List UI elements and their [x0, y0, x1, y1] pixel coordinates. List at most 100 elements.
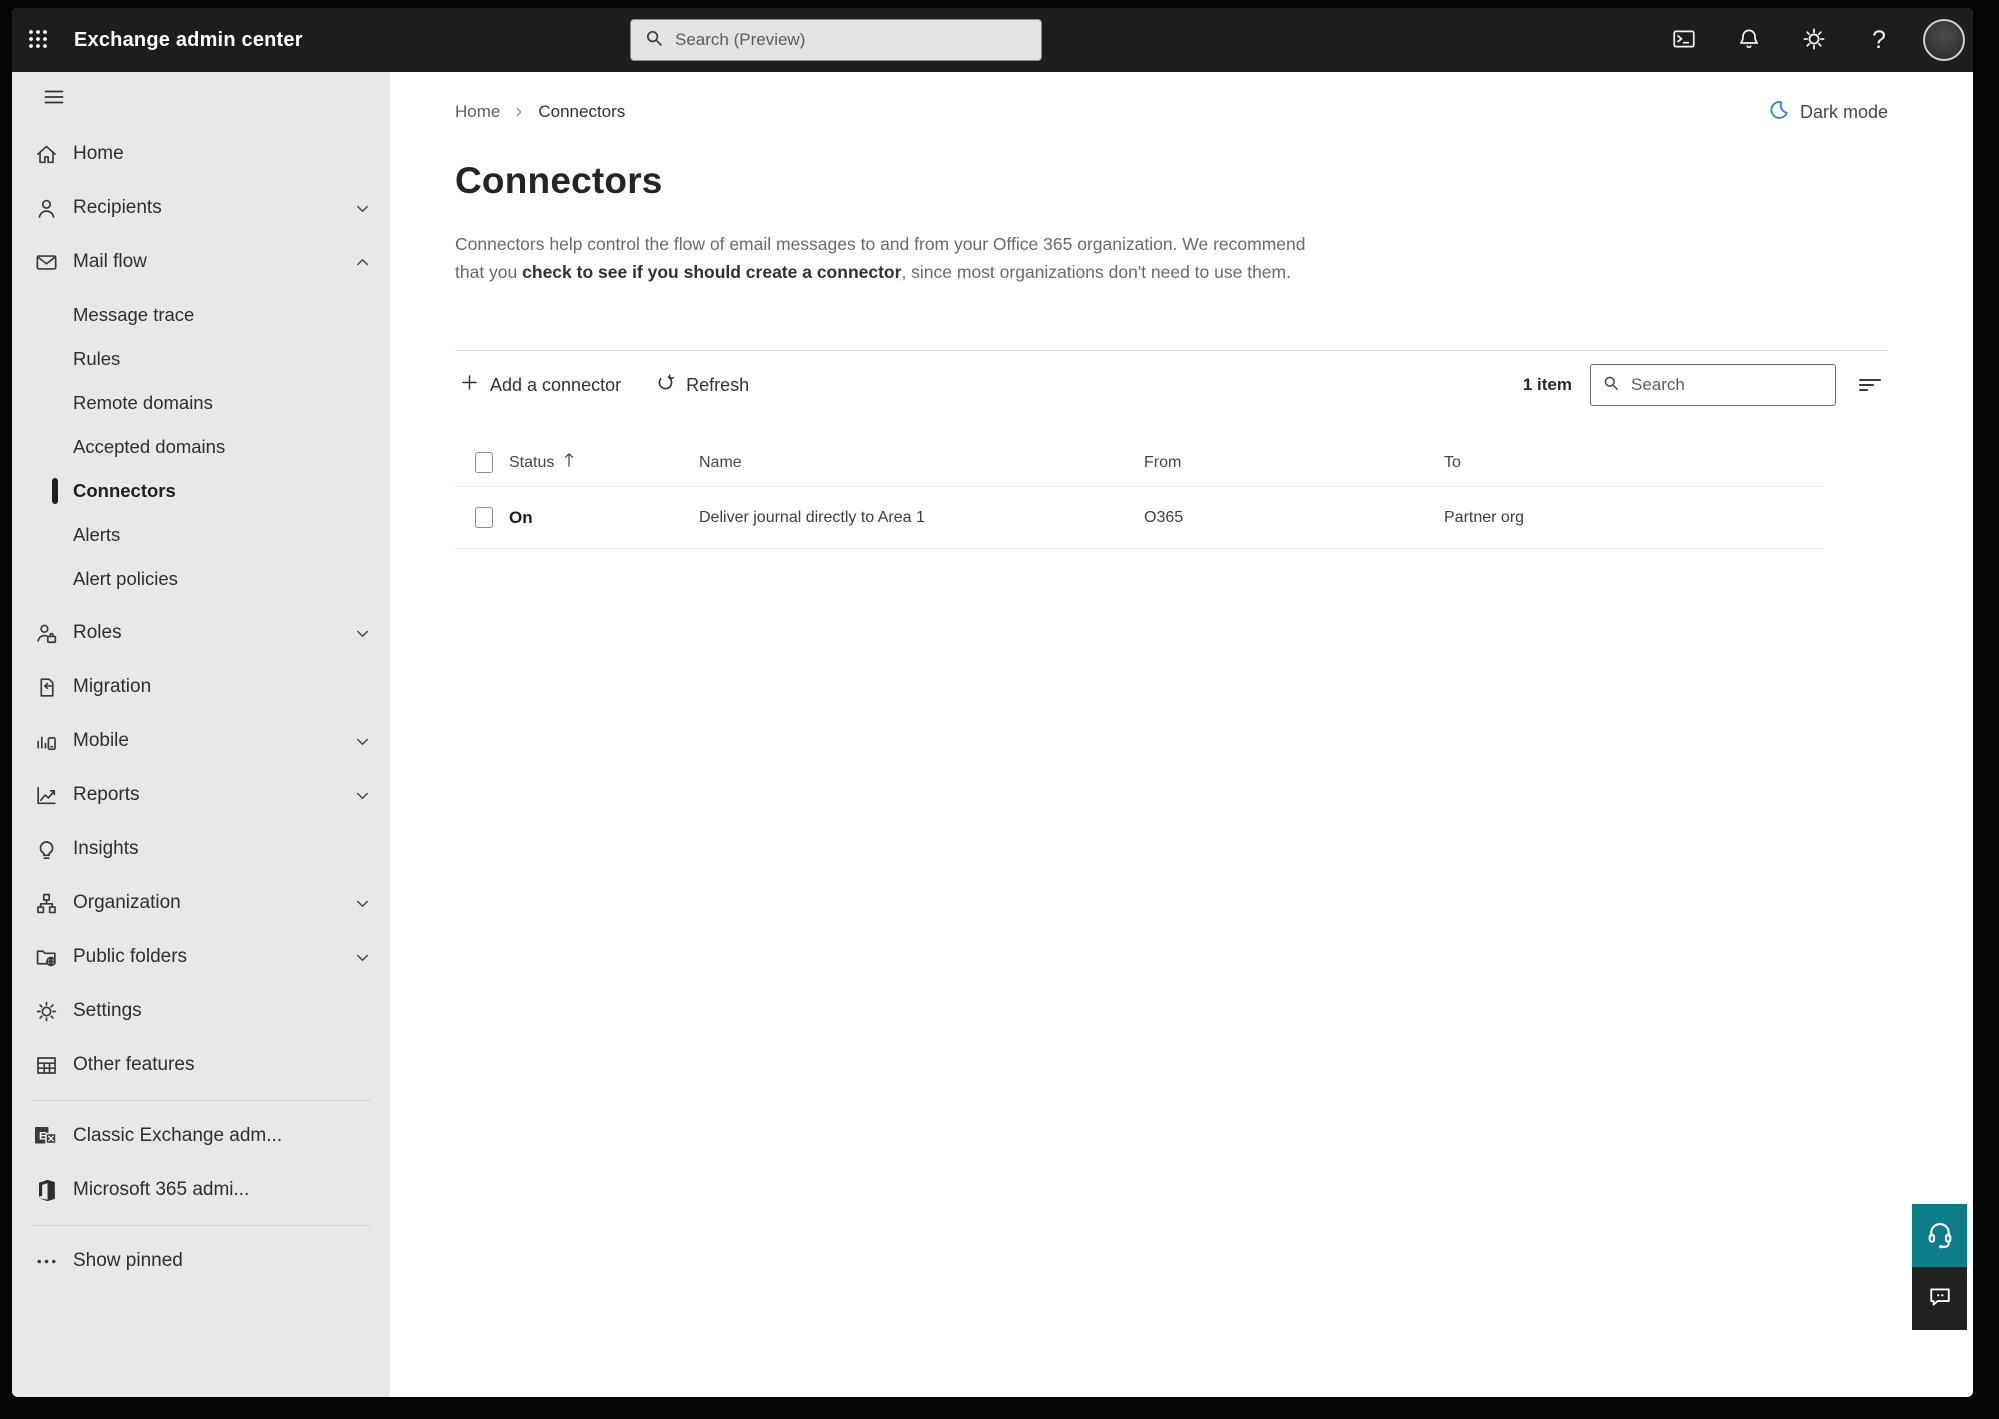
- settings-button[interactable]: [1793, 19, 1835, 61]
- left-nav: Home Recipients Mail flow Message trace Rule…: [12, 72, 390, 1397]
- moon-icon: [1768, 99, 1790, 126]
- sidebar-item-label: Other features: [73, 1054, 195, 1075]
- sidebar-item-label: Organization: [73, 892, 181, 913]
- sidebar-item-insights[interactable]: Insights: [12, 822, 390, 876]
- sidebar-item-label: Recipients: [73, 197, 162, 218]
- sidebar-item-public-folders[interactable]: Public folders: [12, 930, 390, 984]
- refresh-label: Refresh: [686, 374, 750, 395]
- main-content: Home Connectors Dark mode Connectors Con…: [390, 72, 1973, 1397]
- reports-icon: [33, 782, 59, 808]
- cell-from: O365: [1136, 509, 1436, 527]
- sidebar-item-roles[interactable]: Roles: [12, 606, 390, 660]
- filter-button[interactable]: [1852, 368, 1888, 403]
- chevron-right-icon: [512, 105, 526, 119]
- table-search[interactable]: [1590, 364, 1836, 406]
- breadcrumb-home[interactable]: Home: [455, 102, 500, 122]
- headset-icon: [1925, 1219, 1955, 1252]
- sidebar-item-label: Reports: [73, 784, 140, 805]
- sidebar-item-mobile[interactable]: Mobile: [12, 714, 390, 768]
- column-header-to[interactable]: To: [1436, 454, 1823, 472]
- cell-name[interactable]: Deliver journal directly to Area 1: [691, 509, 1136, 527]
- powershell-button[interactable]: [1663, 19, 1705, 61]
- account-avatar[interactable]: [1923, 19, 1965, 61]
- connectors-table: Status Name From To On Deliver journal direc…: [455, 439, 1823, 549]
- insights-icon: [33, 836, 59, 862]
- cell-status: On: [501, 508, 691, 528]
- app-launcher-button[interactable]: [12, 8, 64, 72]
- sidebar-item-alert-policies[interactable]: Alert policies: [12, 557, 390, 601]
- sidebar-item-mail-flow[interactable]: Mail flow: [12, 235, 390, 289]
- add-connector-button[interactable]: Add a connector: [455, 366, 625, 404]
- dark-mode-toggle[interactable]: Dark mode: [1768, 99, 1888, 126]
- select-all-checkbox[interactable]: [475, 452, 493, 473]
- sidebar-item-other-features[interactable]: Other features: [12, 1038, 390, 1092]
- migration-icon: [33, 674, 59, 700]
- sidebar-item-label: Migration: [73, 676, 152, 697]
- sidebar-item-accepted-domains[interactable]: Accepted domains: [12, 425, 390, 469]
- home-icon: [33, 141, 59, 167]
- column-header-status[interactable]: Status: [501, 452, 691, 473]
- refresh-button[interactable]: Refresh: [651, 366, 753, 404]
- description-text-2: , since most organizations don't need to…: [901, 262, 1291, 282]
- status-value: On: [509, 507, 533, 527]
- sidebar-item-alerts[interactable]: Alerts: [12, 513, 390, 557]
- hamburger-icon: [42, 85, 66, 112]
- breadcrumb: Home Connectors Dark mode: [455, 92, 1888, 132]
- mobile-icon: [33, 728, 59, 754]
- sidebar-item-home[interactable]: Home: [12, 127, 390, 181]
- table-body: On Deliver journal directly to Area 1 O365…: [455, 487, 1823, 549]
- sidebar-item-label: Message trace: [73, 304, 195, 325]
- sidebar-item-migration[interactable]: Migration: [12, 660, 390, 714]
- sidebar-item-classic-exchange-adm[interactable]: E Classic Exchange adm...: [12, 1109, 390, 1163]
- support-button[interactable]: [1912, 1204, 1967, 1267]
- sort-ascending-icon: [562, 452, 576, 473]
- sidebar-item-show-pinned[interactable]: Show pinned: [12, 1234, 390, 1288]
- sidebar-item-label: Mail flow: [73, 251, 147, 272]
- sidebar-item-settings[interactable]: Settings: [12, 984, 390, 1038]
- column-label: From: [1144, 453, 1182, 471]
- sidebar-item-label: Rules: [73, 348, 121, 369]
- folders-icon: [33, 944, 59, 970]
- organization-icon: [33, 890, 59, 916]
- column-label: Name: [699, 453, 742, 471]
- sidebar-item-remote-domains[interactable]: Remote domains: [12, 381, 390, 425]
- column-header-name[interactable]: Name: [691, 454, 1136, 472]
- sidebar-item-label: Public folders: [73, 946, 188, 967]
- create-connector-check-link[interactable]: check to see if you should create a conn…: [522, 262, 901, 282]
- column-label: To: [1444, 453, 1461, 471]
- column-header-from[interactable]: From: [1136, 454, 1436, 472]
- table-search-input[interactable]: [1631, 375, 1825, 395]
- sidebar-item-label: Accepted domains: [73, 436, 226, 457]
- sidebar-item-microsoft-365-admi[interactable]: Microsoft 365 admi...: [12, 1163, 390, 1217]
- global-search-input[interactable]: [675, 30, 1029, 50]
- sidebar-item-connectors[interactable]: Connectors: [12, 469, 390, 513]
- name-value: Deliver journal directly to Area 1: [699, 508, 925, 526]
- global-search[interactable]: [630, 19, 1042, 61]
- page-description: Connectors help control the flow of emai…: [455, 230, 1325, 286]
- notifications-button[interactable]: [1728, 19, 1770, 61]
- sidebar-item-organization[interactable]: Organization: [12, 876, 390, 930]
- chevron-down-icon: [353, 894, 372, 913]
- exchange-icon: E: [33, 1123, 59, 1149]
- filter-lines-icon: [1856, 372, 1884, 399]
- help-button[interactable]: ?: [1858, 19, 1900, 61]
- nav-sub-group: Message trace Rules Remote domains Accepted…: [12, 289, 390, 606]
- sidebar-item-reports[interactable]: Reports: [12, 768, 390, 822]
- item-count: 1 item: [1522, 375, 1572, 394]
- app-window: Exchange admin center Search (Preview) ?…: [12, 8, 1973, 1397]
- breadcrumb-current: Connectors: [538, 102, 626, 121]
- sidebar-item-label: Insights: [73, 838, 139, 859]
- table-header: Status Name From To: [455, 439, 1823, 487]
- search-icon: [643, 27, 665, 54]
- sidebar-item-message-trace[interactable]: Message trace: [12, 293, 390, 337]
- sidebar-item-recipients[interactable]: Recipients: [12, 181, 390, 235]
- table-row-deliver-journal-directly-to-area-1[interactable]: On Deliver journal directly to Area 1 O365…: [455, 487, 1823, 549]
- cell-to: Partner org: [1436, 509, 1823, 527]
- feedback-button[interactable]: [1912, 1267, 1967, 1330]
- roles-icon: [33, 620, 59, 646]
- row-checkbox[interactable]: [475, 507, 493, 528]
- sidebar-item-label: Roles: [73, 622, 122, 643]
- nav-collapse-button[interactable]: [32, 80, 76, 116]
- from-value: O365: [1144, 508, 1184, 526]
- sidebar-item-rules[interactable]: Rules: [12, 337, 390, 381]
